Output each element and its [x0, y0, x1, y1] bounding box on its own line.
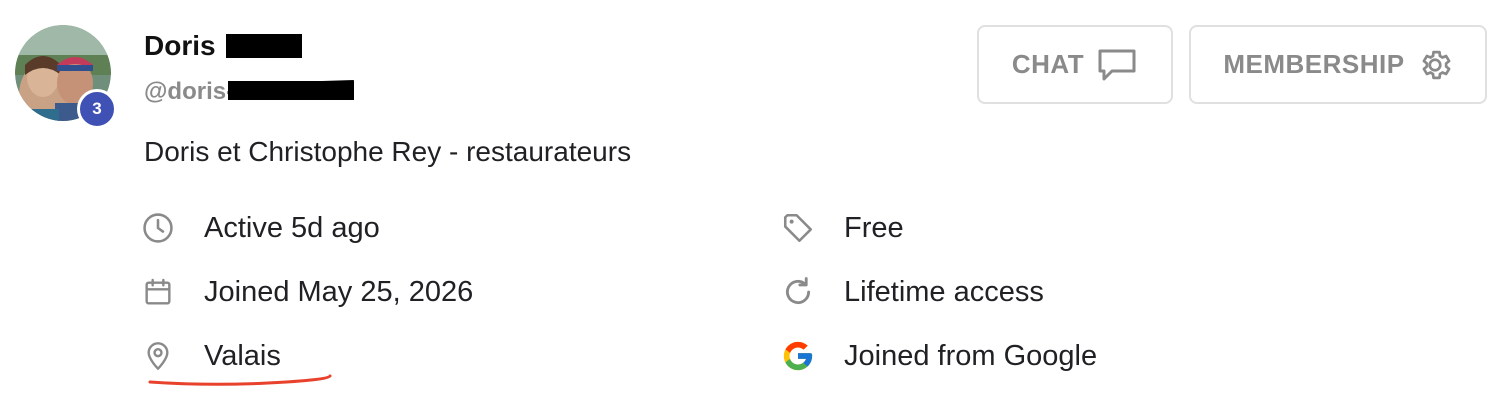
chat-button-label: CHAT: [1011, 49, 1085, 79]
refresh-icon: [780, 274, 816, 310]
membership-button[interactable]: MEMBERSHIP: [1189, 25, 1487, 104]
member-name: Doris: [144, 30, 216, 61]
member-profile-card: 3 Doris @doris- CHAT MEMBERSHIP Doris et…: [0, 0, 1506, 406]
plan-text: Free: [844, 212, 904, 244]
member-handle: @doris-: [144, 78, 235, 105]
member-bio: Doris et Christophe Rey - restaurateurs: [144, 136, 632, 167]
detail-location: Valais: [140, 336, 281, 376]
tag-icon: [780, 210, 816, 246]
chat-button[interactable]: CHAT: [977, 25, 1173, 104]
active-status-text: Active 5d ago: [204, 212, 380, 244]
clock-icon: [140, 210, 176, 246]
chat-bubble-icon: [1098, 49, 1136, 80]
calendar-icon: [140, 274, 176, 310]
annotation-underline: [148, 374, 332, 386]
redaction-mark: [226, 34, 302, 58]
location-pin-icon: [140, 338, 176, 374]
joined-date-text: Joined May 25, 2026: [204, 276, 474, 308]
detail-plan: Free: [780, 208, 904, 248]
redaction-mark: [228, 80, 354, 100]
gear-icon: [1422, 50, 1451, 79]
detail-active: Active 5d ago: [140, 208, 380, 248]
detail-access: Lifetime access: [780, 272, 1044, 312]
membership-button-label: MEMBERSHIP: [1223, 49, 1405, 79]
detail-joined: Joined May 25, 2026: [140, 272, 473, 312]
location-text: Valais: [204, 340, 281, 372]
detail-source: Joined from Google: [780, 336, 1097, 376]
level-badge: 3: [77, 89, 117, 129]
signup-source-text: Joined from Google: [844, 340, 1098, 372]
avatar[interactable]: 3: [15, 25, 117, 129]
access-text: Lifetime access: [844, 276, 1044, 308]
google-icon: [780, 338, 816, 374]
